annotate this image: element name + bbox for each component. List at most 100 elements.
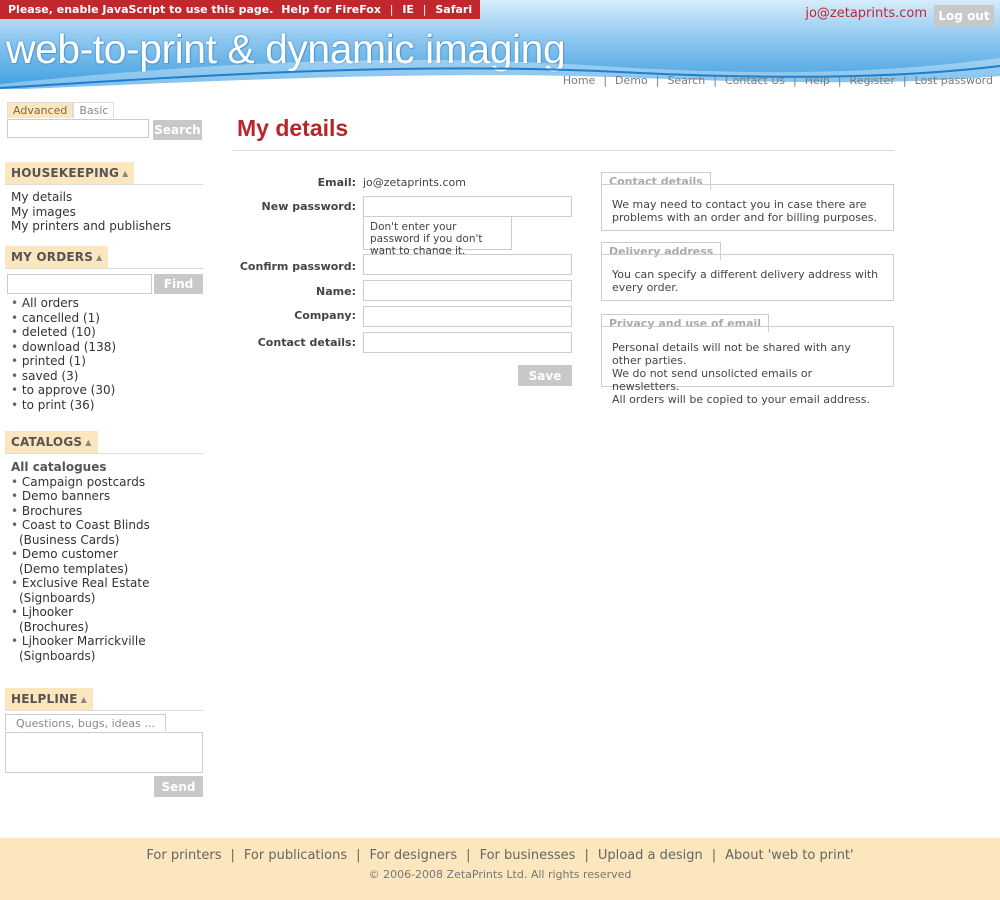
tab-basic-search[interactable]: Basic [73, 102, 115, 118]
helpline-toggle[interactable]: HELPLINE ▲ [5, 688, 93, 710]
privacy-info-line: All orders will be copied to your email … [612, 393, 870, 406]
catalog-sub[interactable]: (Brochures) [11, 620, 150, 635]
catalog-item[interactable]: • Brochures [11, 504, 150, 519]
footer-navigation: For printers | For publications | For design… [0, 848, 1000, 863]
bullet-icon: • [11, 576, 22, 590]
order-filter-saved[interactable]: • saved (3) [11, 369, 116, 384]
footer-link-businesses[interactable]: For businesses [480, 848, 576, 863]
top-navigation: Home | Demo | Search | Contact Us | Help | Registe… [563, 74, 993, 87]
catalog-item[interactable]: • Demo banners [11, 489, 150, 504]
catalog-sub[interactable]: (Signboards) [11, 591, 150, 606]
order-filter-to-print[interactable]: • to print (36) [11, 398, 116, 413]
nav-contact-us[interactable]: Contact Us [725, 74, 785, 87]
link-my-images[interactable]: My images [11, 205, 171, 220]
site-header: Please, enable JavaScript to use this pa… [0, 0, 1000, 89]
collapse-arrow-icon: ▲ [96, 253, 103, 262]
bullet-icon: • [11, 605, 22, 619]
tab-advanced-search[interactable]: Advanced [7, 102, 74, 118]
nav-lost-password[interactable]: Lost password [915, 74, 993, 87]
catalog-item[interactable]: • Coast to Coast Blinds [11, 518, 150, 533]
new-password-field[interactable] [363, 196, 572, 217]
catalog-name: Demo customer [21, 547, 118, 561]
footer-link-printers[interactable]: For printers [146, 848, 221, 863]
order-filter-printed[interactable]: • printed (1) [11, 354, 116, 369]
housekeeping-section-header: HOUSEKEEPING ▲ [5, 162, 203, 185]
contact-details-field[interactable] [363, 332, 572, 353]
search-input[interactable] [7, 119, 149, 138]
bullet-icon: • [11, 383, 22, 397]
nav-register[interactable]: Register [850, 74, 895, 87]
order-filter-cancelled[interactable]: • cancelled (1) [11, 311, 116, 326]
bullet-icon: • [11, 368, 22, 383]
order-search-input[interactable] [7, 274, 152, 294]
help-firefox-link[interactable]: Help for FireFox [281, 3, 381, 16]
bullet-icon: • [11, 325, 22, 339]
order-filter-all[interactable]: • All orders [11, 296, 116, 311]
collapse-arrow-icon: ▲ [122, 169, 129, 178]
orders-toggle[interactable]: MY ORDERS ▲ [5, 246, 109, 268]
catalog-sub[interactable]: (Business Cards) [11, 533, 150, 548]
link-my-printers[interactable]: My printers and publishers [11, 219, 171, 234]
help-safari-link[interactable]: Safari [435, 3, 472, 16]
catalog-sub[interactable]: (Demo templates) [11, 562, 150, 577]
nav-search[interactable]: Search [667, 74, 705, 87]
bullet-icon: • [11, 547, 22, 561]
catalog-name: Exclusive Real Estate [21, 576, 150, 590]
logout-button[interactable]: Log out [934, 5, 994, 26]
catalog-name: Demo banners [21, 489, 111, 503]
catalog-sub[interactable]: (Signboards) [11, 649, 150, 664]
order-filter-label: saved (3) [21, 368, 79, 383]
footer-separator: | [356, 848, 361, 863]
order-filter-to-approve[interactable]: • to approve (30) [11, 383, 116, 398]
footer-link-publications[interactable]: For publications [244, 848, 347, 863]
search-button[interactable]: Search [153, 120, 202, 140]
order-filter-deleted[interactable]: • deleted (10) [11, 325, 116, 340]
privacy-info-box: Personal details will not be shared with… [601, 326, 894, 406]
find-orders-button[interactable]: Find [154, 274, 203, 294]
page-title: My details [237, 115, 349, 141]
nav-separator: | [603, 74, 608, 87]
user-email[interactable]: jo@zetaprints.com [805, 6, 927, 21]
catalogs-toggle[interactable]: CATALOGS ▲ [5, 431, 98, 453]
catalog-item[interactable]: • Ljhooker Marrickville [11, 634, 150, 649]
warning-separator: | [422, 3, 427, 16]
delivery-address-info-text: You can specify a different delivery add… [612, 268, 879, 294]
footer-separator: | [230, 848, 235, 863]
catalog-item[interactable]: • Exclusive Real Estate [11, 576, 150, 591]
link-all-catalogues[interactable]: All catalogues [11, 460, 150, 475]
orders-section-header: MY ORDERS ▲ [5, 246, 203, 269]
name-field[interactable] [363, 280, 572, 301]
new-password-label: New password: [261, 200, 356, 213]
link-my-details[interactable]: My details [11, 190, 171, 205]
housekeeping-toggle[interactable]: HOUSEKEEPING ▲ [5, 162, 135, 184]
helpline-textarea[interactable] [5, 732, 203, 773]
bullet-icon: • [11, 489, 22, 503]
footer-link-designers[interactable]: For designers [369, 848, 457, 863]
helpline-send-button[interactable]: Send [154, 776, 203, 797]
nav-demo[interactable]: Demo [615, 74, 648, 87]
order-filter-label: All orders [21, 296, 79, 310]
bullet-icon: • [11, 634, 22, 648]
catalog-name: Ljhooker Marrickville [21, 634, 146, 648]
company-field[interactable] [363, 306, 572, 327]
order-filter-download[interactable]: • download (138) [11, 340, 116, 355]
email-label: Email: [317, 176, 356, 189]
catalog-item[interactable]: • Demo customer [11, 547, 150, 562]
footer-link-about[interactable]: About 'web to print' [725, 848, 853, 863]
bullet-icon: • [11, 503, 22, 518]
helpline-title: HELPLINE [11, 692, 78, 706]
nav-help[interactable]: Help [805, 74, 830, 87]
footer-link-upload-design[interactable]: Upload a design [598, 848, 703, 863]
housekeeping-list: My details My images My printers and pub… [11, 190, 171, 234]
bullet-icon: • [11, 310, 22, 325]
confirm-password-field[interactable] [363, 254, 572, 275]
catalog-item[interactable]: • Ljhooker [11, 605, 150, 620]
catalog-item[interactable]: • Campaign postcards [11, 475, 150, 490]
contact-details-label: Contact details: [257, 336, 356, 349]
bullet-icon: • [11, 296, 22, 310]
save-button[interactable]: Save [518, 365, 572, 386]
orders-title: MY ORDERS [11, 250, 94, 264]
nav-home[interactable]: Home [563, 74, 595, 87]
help-ie-link[interactable]: IE [402, 3, 414, 16]
name-label: Name: [316, 285, 356, 298]
